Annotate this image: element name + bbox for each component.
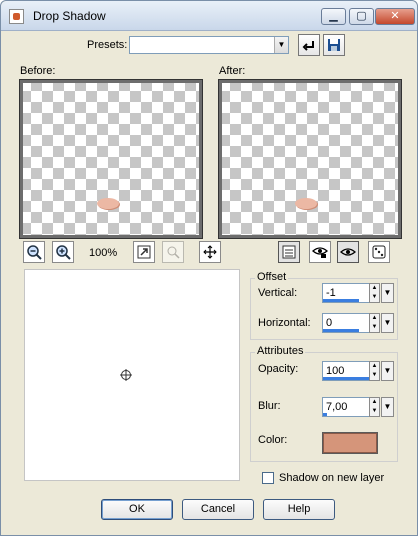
vertical-spinner[interactable]: ▲ ▼	[369, 283, 380, 303]
horizontal-value: 0	[326, 317, 333, 329]
offset-group-title: Offset	[255, 271, 289, 283]
list-view-icon	[282, 245, 296, 259]
zoom-in-button[interactable]	[52, 241, 74, 263]
shadow-on-new-layer-label: Shadow on new layer	[279, 472, 385, 484]
zoom-level: 100%	[89, 247, 118, 259]
show-preview-toggle[interactable]	[278, 241, 300, 263]
color-label: Color:	[258, 434, 288, 446]
title-bar: Drop Shadow ▁ ▢ ✕	[1, 1, 417, 31]
opacity-value: 100	[326, 365, 345, 377]
shadow-color-swatch[interactable]	[322, 432, 378, 454]
before-shape	[97, 198, 119, 209]
magnifier-icon	[167, 246, 180, 259]
vertical-label: Vertical:	[258, 287, 298, 299]
blur-slider-bar	[323, 413, 327, 416]
vertical-slider-bar	[323, 299, 359, 302]
fit-window-icon	[137, 245, 151, 259]
offset-drag-area[interactable]	[24, 269, 240, 481]
minimize-button[interactable]: ▁	[321, 8, 346, 25]
before-preview[interactable]	[19, 79, 203, 239]
dice-icon	[372, 245, 386, 259]
maximize-button[interactable]: ▢	[349, 8, 374, 25]
after-preview[interactable]	[218, 79, 402, 239]
horizontal-spinner[interactable]: ▲ ▼	[369, 313, 380, 333]
eye-icon	[340, 248, 356, 256]
vertical-slider-dropdown[interactable]: ▼	[381, 283, 394, 303]
save-preset-button[interactable]	[323, 34, 345, 56]
opacity-label: Opacity:	[258, 363, 299, 375]
move-arrows-icon	[203, 245, 217, 259]
floppy-disk-icon	[328, 39, 340, 51]
opacity-slider-dropdown[interactable]: ▼	[381, 361, 394, 381]
reset-preset-button[interactable]	[298, 34, 320, 56]
proof-toggle[interactable]	[337, 241, 359, 263]
blur-slider-dropdown[interactable]: ▼	[381, 397, 394, 417]
chevron-down-icon[interactable]: ▼	[274, 37, 288, 53]
crosshair-icon[interactable]	[120, 369, 132, 381]
after-label: After:	[219, 65, 246, 77]
window-title: Drop Shadow	[33, 9, 106, 23]
proof-lock-toggle[interactable]	[309, 241, 331, 263]
before-label: Before:	[20, 65, 56, 77]
drop-shadow-dialog: Drop Shadow ▁ ▢ ✕ Presets: ▼ Before: Aft…	[0, 0, 418, 536]
opacity-slider-bar	[323, 377, 369, 380]
after-shape	[295, 198, 317, 209]
ok-button[interactable]: OK	[101, 499, 173, 520]
close-button[interactable]: ✕	[375, 8, 415, 25]
help-button[interactable]: Help	[263, 499, 335, 520]
blur-label: Blur:	[258, 400, 281, 412]
magnifier-plus-icon	[56, 245, 71, 260]
horizontal-input[interactable]: 0	[322, 313, 370, 333]
magnifier-minus-icon	[27, 245, 42, 260]
fit-view-button[interactable]	[133, 241, 155, 263]
opacity-input[interactable]: 100	[322, 361, 370, 381]
horizontal-label: Horizontal:	[258, 317, 311, 329]
horizontal-slider-dropdown[interactable]: ▼	[381, 313, 394, 333]
blur-spinner[interactable]: ▲ ▼	[369, 397, 380, 417]
vertical-input[interactable]: -1	[322, 283, 370, 303]
cancel-button[interactable]: Cancel	[182, 499, 254, 520]
app-icon	[9, 9, 24, 24]
undo-arrow-icon	[302, 41, 314, 51]
zoom-out-button[interactable]	[23, 241, 45, 263]
opacity-spinner[interactable]: ▲ ▼	[369, 361, 380, 381]
zoom-actual-button[interactable]	[162, 241, 184, 263]
eye-lock-icon	[312, 247, 328, 258]
blur-value: 7,00	[326, 401, 348, 413]
presets-dropdown[interactable]: ▼	[129, 36, 289, 54]
horizontal-slider-bar	[323, 329, 359, 332]
vertical-value: -1	[326, 287, 336, 299]
shadow-on-new-layer-checkbox[interactable]	[262, 472, 274, 484]
pan-button[interactable]	[199, 241, 221, 263]
randomize-button[interactable]	[368, 241, 390, 263]
presets-label: Presets:	[87, 39, 128, 51]
blur-input[interactable]: 7,00	[322, 397, 370, 417]
attributes-group-title: Attributes	[255, 345, 306, 357]
